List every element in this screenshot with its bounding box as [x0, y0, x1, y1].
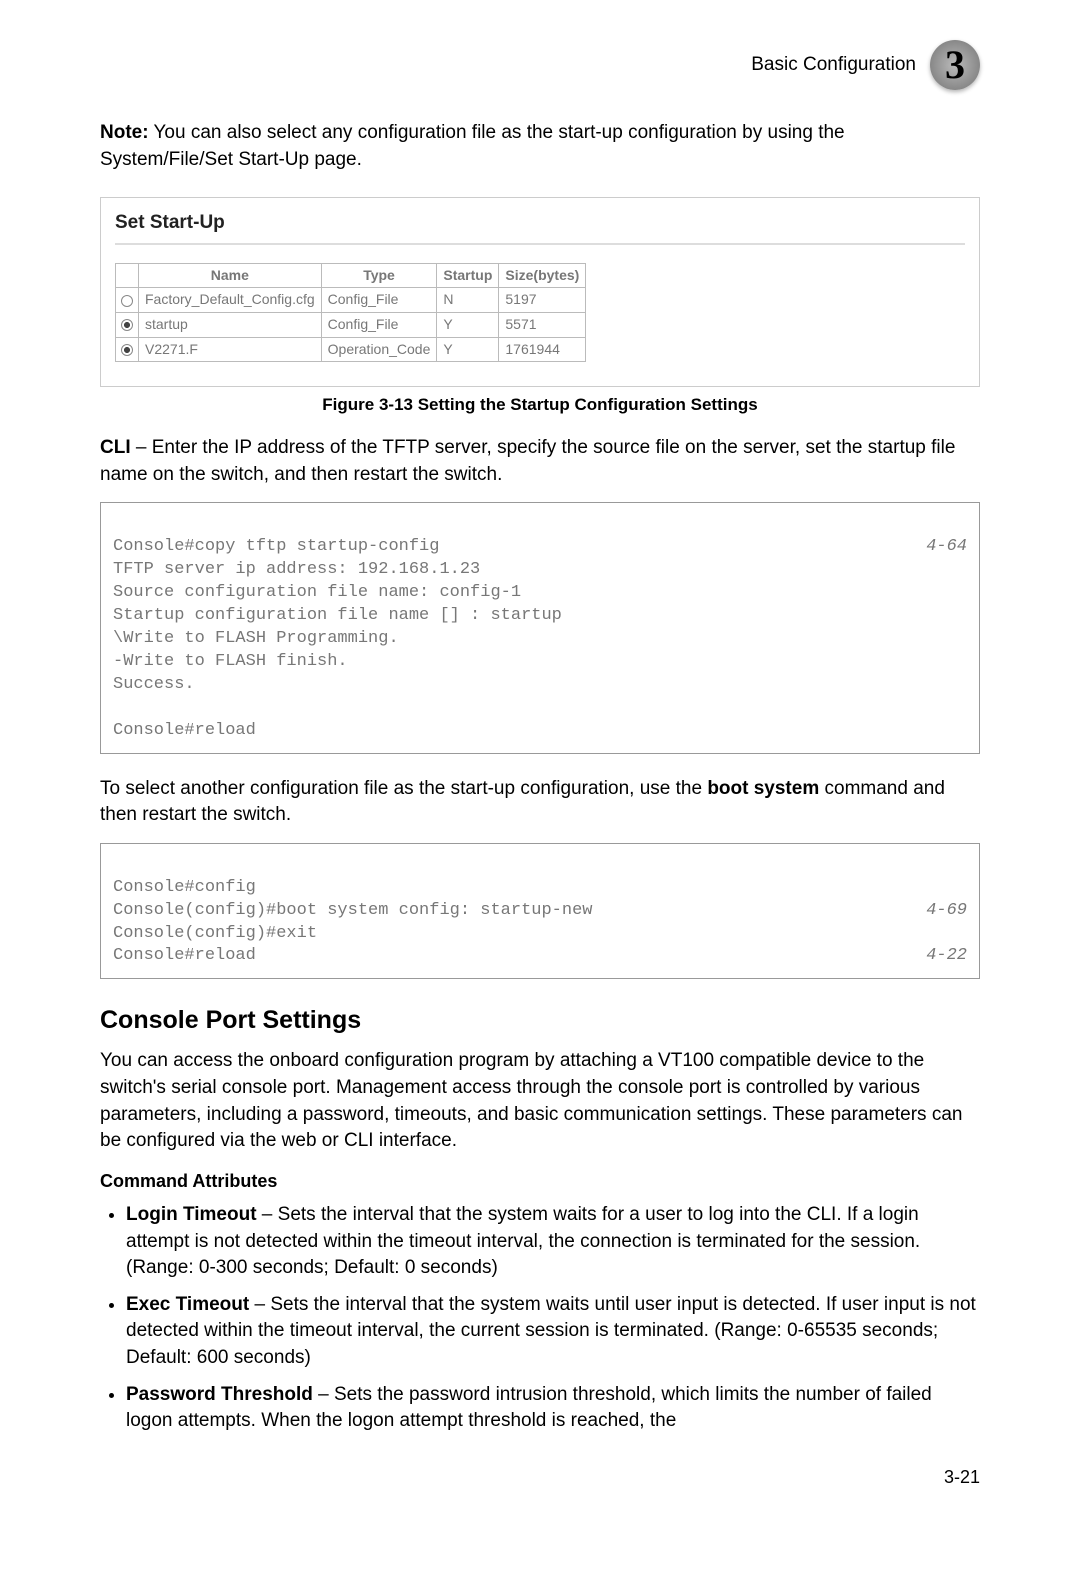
page-header: Basic Configuration 3	[100, 40, 980, 90]
code-body: TFTP server ip address: 192.168.1.23 Sou…	[113, 560, 562, 740]
table-header-row: Name Type Startup Size(bytes)	[116, 263, 586, 288]
code-ref: 4-22	[926, 945, 967, 968]
cell-type: Config_File	[321, 312, 437, 337]
code-text: Console(config)#exit	[113, 924, 317, 943]
cli-label: CLI	[100, 437, 131, 458]
cli-intro: CLI – Enter the IP address of the TFTP s…	[100, 435, 980, 488]
mid-paragraph: To select another configuration file as …	[100, 776, 980, 829]
startup-radio[interactable]	[116, 337, 139, 362]
code-text: Console(config)#boot system config: star…	[113, 900, 592, 923]
radio-icon	[121, 319, 133, 331]
cell-startup: Y	[437, 337, 499, 362]
cell-name: V2271.F	[139, 337, 322, 362]
code-block-2: Console#config Console(config)#boot syst…	[100, 843, 980, 980]
cell-type: Config_File	[321, 288, 437, 313]
command-attributes-heading: Command Attributes	[100, 1169, 980, 1194]
section-heading: Console Port Settings	[100, 1003, 980, 1038]
code-text: Console#copy tftp startup-config	[113, 536, 439, 559]
cell-startup: Y	[437, 312, 499, 337]
startup-radio[interactable]	[116, 288, 139, 313]
section-paragraph: You can access the onboard configuration…	[100, 1048, 980, 1154]
code-text: Console#config	[113, 878, 256, 897]
mid-bold: boot system	[707, 778, 819, 799]
header-title: Basic Configuration	[751, 52, 916, 79]
cell-type: Operation_Code	[321, 337, 437, 362]
mid-before: To select another configuration file as …	[100, 778, 707, 799]
radio-icon	[121, 295, 133, 307]
list-item: Exec Timeout – Sets the interval that th…	[126, 1292, 980, 1372]
note-label: Note:	[100, 122, 149, 143]
attr-label: Login Timeout	[126, 1204, 257, 1225]
set-startup-panel: Set Start-Up Name Type Startup Size(byte…	[100, 197, 980, 387]
list-item: Password Threshold – Sets the password i…	[126, 1382, 980, 1435]
code-text: Console#reload	[113, 945, 256, 968]
command-attributes-list: Login Timeout – Sets the interval that t…	[100, 1202, 980, 1435]
note-text: You can also select any configuration fi…	[100, 122, 845, 170]
table-header-radio	[116, 263, 139, 288]
attr-label: Password Threshold	[126, 1384, 313, 1405]
panel-title: Set Start-Up	[115, 210, 965, 237]
table-row: Factory_Default_Config.cfgConfig_FileN51…	[116, 288, 586, 313]
page-number: 3-21	[100, 1465, 980, 1490]
cli-text: – Enter the IP address of the TFTP serve…	[100, 437, 955, 485]
cell-startup: N	[437, 288, 499, 313]
list-item: Login Timeout – Sets the interval that t…	[126, 1202, 980, 1282]
cell-name: startup	[139, 312, 322, 337]
code-ref: 4-64	[926, 536, 967, 559]
startup-radio[interactable]	[116, 312, 139, 337]
chapter-badge-icon: 3	[930, 40, 980, 90]
note-paragraph: Note: You can also select any configurat…	[100, 120, 980, 173]
table-header-startup: Startup	[437, 263, 499, 288]
table-header-size: Size(bytes)	[499, 263, 586, 288]
cell-size: 1761944	[499, 337, 586, 362]
radio-icon	[121, 344, 133, 356]
code-ref: 4-69	[926, 900, 967, 923]
figure-caption: Figure 3-13 Setting the Startup Configur…	[100, 393, 980, 417]
code-block-1: Console#copy tftp startup-config 4-64 TFTP…	[100, 502, 980, 753]
cell-size: 5571	[499, 312, 586, 337]
attr-text: – Sets the interval that the system wait…	[126, 1294, 976, 1368]
table-header-name: Name	[139, 263, 322, 288]
table-row: V2271.FOperation_CodeY1761944	[116, 337, 586, 362]
table-header-type: Type	[321, 263, 437, 288]
cell-size: 5197	[499, 288, 586, 313]
cell-name: Factory_Default_Config.cfg	[139, 288, 322, 313]
table-row: startupConfig_FileY5571	[116, 312, 586, 337]
attr-label: Exec Timeout	[126, 1294, 249, 1315]
startup-file-table: Name Type Startup Size(bytes) Factory_De…	[115, 263, 586, 362]
